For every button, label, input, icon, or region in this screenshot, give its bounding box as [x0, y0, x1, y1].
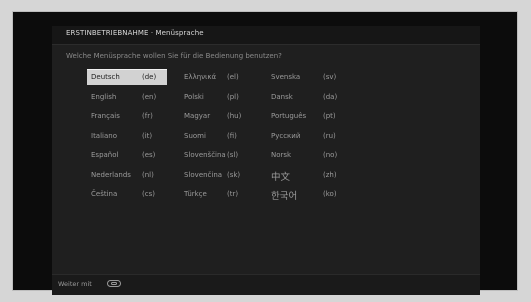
language-code: (de) [142, 73, 157, 81]
language-code: (ko) [323, 190, 337, 198]
ok-button-icon [107, 280, 121, 287]
footer-label: Weiter mit [58, 280, 92, 288]
language-option-es[interactable]: Español (es) [87, 147, 167, 163]
language-code: (nl) [142, 170, 154, 179]
language-name: Italiano [91, 131, 117, 140]
language-option-cs[interactable]: Čeština (cs) [87, 186, 167, 202]
language-name: Norsk [271, 151, 292, 159]
language-option-ko[interactable]: 한국어 (ko) [267, 186, 347, 202]
language-name: Svenska [271, 73, 301, 81]
language-name: 한국어 [271, 191, 298, 202]
language-option-zh[interactable]: 中文 (zh) [267, 167, 347, 183]
language-question: Welche Menüsprache wollen Sie für die Be… [66, 52, 282, 60]
language-code: (sk) [227, 170, 241, 179]
language-code: (en) [142, 92, 157, 101]
language-option-pl[interactable]: Polski (pl) [180, 89, 260, 105]
language-name: Português [271, 112, 307, 120]
language-option-it[interactable]: Italiano (it) [87, 128, 167, 144]
language-option-en[interactable]: English (en) [87, 89, 167, 105]
language-option-fi[interactable]: Suomi (fi) [180, 128, 260, 144]
title-bar: ERSTINBETRIEBNAHME · Menüsprache [52, 26, 480, 45]
language-name: Nederlands [91, 170, 131, 179]
language-menu-panel: ERSTINBETRIEBNAHME · Menüsprache Welche … [52, 26, 480, 295]
language-code: (ru) [323, 131, 336, 140]
language-name: Slovenčina [184, 170, 223, 179]
language-option-sv[interactable]: Svenska (sv) [267, 69, 347, 85]
language-name: Español [91, 151, 119, 159]
language-option-de[interactable]: Deutsch (de) [87, 69, 167, 85]
language-name: Türkçe [184, 190, 207, 198]
language-option-no[interactable]: Norsk (no) [267, 147, 347, 163]
language-option-fr[interactable]: Français (fr) [87, 108, 167, 124]
language-name: Magyar [184, 112, 211, 120]
language-option-da[interactable]: Dansk (da) [267, 89, 347, 105]
language-name: Français [91, 112, 120, 120]
language-code: (es) [142, 151, 156, 159]
language-option-pt[interactable]: Português (pt) [267, 108, 347, 124]
language-code: (pl) [227, 92, 239, 101]
language-name: Čeština [91, 190, 118, 198]
language-option-ru[interactable]: Русский (ru) [267, 128, 347, 144]
language-code: (no) [323, 151, 338, 159]
language-option-nl[interactable]: Nederlands (nl) [87, 167, 167, 183]
language-name: Deutsch [91, 73, 120, 81]
language-code: (fr) [142, 112, 153, 120]
language-code: (sl) [227, 151, 239, 159]
language-code: (da) [323, 92, 338, 101]
language-code: (el) [227, 73, 239, 81]
language-code: (it) [142, 131, 153, 140]
language-option-hu[interactable]: Magyar (hu) [180, 108, 260, 124]
language-code: (cs) [142, 190, 155, 198]
language-name: English [91, 92, 117, 101]
language-name: Polski [184, 92, 204, 101]
language-option-sk[interactable]: Slovenčina (sk) [180, 167, 260, 183]
language-option-tr[interactable]: Türkçe (tr) [180, 186, 260, 202]
language-name: 中文 [271, 171, 291, 183]
language-code: (zh) [323, 170, 337, 179]
language-name: Slovenščina [184, 151, 226, 159]
language-name: Dansk [271, 92, 293, 101]
language-option-el[interactable]: Ελληνικά (el) [180, 69, 260, 85]
language-code: (hu) [227, 112, 242, 120]
language-code: (pt) [323, 112, 336, 120]
language-code: (fi) [227, 131, 237, 140]
footer: Weiter mit [52, 274, 480, 295]
language-name: Suomi [184, 131, 206, 140]
language-code: (tr) [227, 190, 239, 198]
language-name: Ελληνικά [184, 73, 217, 81]
page-title: ERSTINBETRIEBNAHME · Menüsprache [66, 29, 204, 37]
language-name: Русский [271, 131, 301, 140]
language-code: (sv) [323, 73, 337, 81]
language-option-sl[interactable]: Slovenščina (sl) [180, 147, 260, 163]
